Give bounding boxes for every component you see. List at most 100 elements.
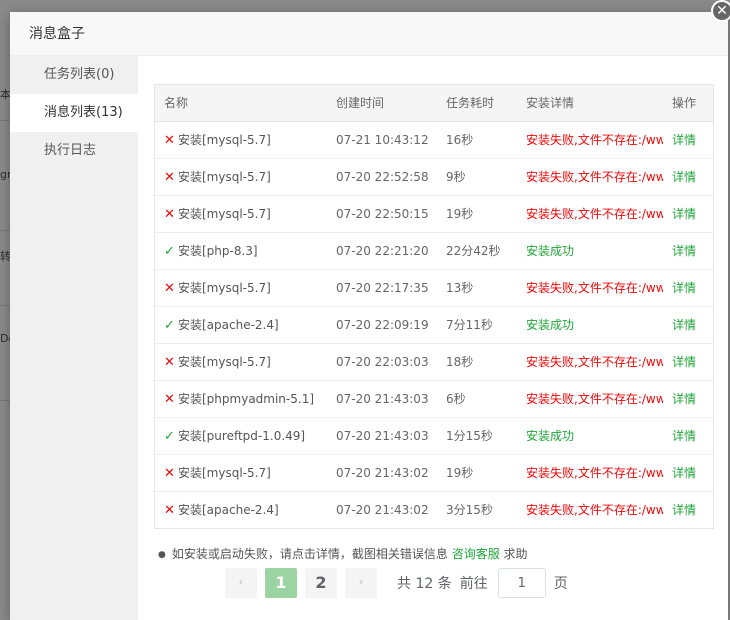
duration-cell: 6秒	[437, 380, 517, 418]
total-count: 共 12 条	[397, 576, 452, 592]
sidebar-item-messages[interactable]: 消息列表(13)	[10, 94, 138, 132]
background-divider	[0, 305, 10, 306]
name-cell: ✕ 安装[mysql-5.7]	[155, 269, 327, 307]
task-name: 安装[mysql-5.7]	[178, 355, 271, 369]
name-cell: ✕ 安装[mysql-5.7]	[155, 195, 327, 233]
sidebar-item-logs[interactable]: 执行日志	[10, 132, 138, 170]
bullet-icon: ●	[158, 550, 166, 560]
column-header-detail: 安装详情	[517, 85, 663, 122]
created-time-cell: 07-20 21:43:02	[327, 454, 437, 492]
name-cell: ✓ 安装[pureftpd-1.0.49]	[155, 417, 327, 455]
detail-link[interactable]: 详情	[672, 355, 696, 369]
action-cell: 详情	[663, 343, 713, 381]
name-cell: ✕ 安装[apache-2.4]	[155, 491, 327, 528]
action-cell: 详情	[663, 417, 713, 455]
prev-page-button[interactable]: ‹	[225, 568, 257, 598]
close-icon: ✕	[164, 170, 175, 185]
duration-cell: 19秒	[437, 195, 517, 233]
next-page-button[interactable]: ›	[345, 568, 377, 598]
detail-link[interactable]: 详情	[672, 503, 696, 517]
goto-label: 前往	[459, 576, 488, 592]
close-icon: ✕	[164, 207, 175, 222]
detail-cell: 安装失败,文件不存在:/www/server/panel/install/mys…	[526, 503, 663, 518]
detail-link[interactable]: 详情	[672, 466, 696, 480]
help-tip-text: 如安装或启动失败，请点击详情，截图相关错误信息	[171, 547, 448, 561]
action-cell: 详情	[663, 121, 713, 159]
duration-cell: 9秒	[437, 158, 517, 196]
background-fragment: 本	[0, 88, 10, 101]
detail-link[interactable]: 详情	[672, 244, 696, 258]
action-cell: 详情	[663, 454, 713, 492]
check-icon: ✓	[164, 318, 175, 333]
detail-cell: 安装成功	[517, 306, 663, 344]
created-time-cell: 07-21 10:43:12	[327, 121, 437, 159]
task-name: 安装[pureftpd-1.0.49]	[178, 429, 306, 443]
message-table-area: 名称 创建时间 任务耗时 安装详情 操作 ✕ 安装[mysql-5.7] 07-21…	[154, 84, 714, 562]
close-icon: ✕	[164, 466, 175, 481]
close-dialog-button[interactable]: ✕	[711, 0, 730, 22]
created-time-cell: 07-20 21:43:03	[327, 417, 437, 455]
created-time-cell: 07-20 22:03:03	[327, 343, 437, 381]
page-button-1[interactable]: 1	[265, 568, 297, 598]
table-row: ✕ 安装[mysql-5.7] 07-20 22:03:03 18秒 安装失败,文件不存…	[155, 343, 713, 381]
name-cell: ✕ 安装[mysql-5.7]	[155, 454, 327, 492]
column-header-created-time: 创建时间	[327, 85, 437, 122]
table-row: ✕ 安装[mysql-5.7] 07-21 10:43:12 16秒 安装失败,文件不存…	[155, 121, 713, 159]
help-tip: ● 如安装或启动失败，请点击详情，截图相关错误信息 咨询客服 求助	[154, 545, 714, 562]
table-body: ✕ 安装[mysql-5.7] 07-21 10:43:12 16秒 安装失败,文件不存…	[155, 121, 713, 528]
message-table: 名称 创建时间 任务耗时 安装详情 操作 ✕ 安装[mysql-5.7] 07-21…	[154, 84, 714, 529]
duration-cell: 18秒	[437, 343, 517, 381]
goto-page-input[interactable]	[497, 568, 546, 598]
action-cell: 详情	[663, 491, 713, 528]
table-row: ✕ 安装[mysql-5.7] 07-20 22:52:58 9秒 安装失败,文件不存在…	[155, 158, 713, 196]
table-row: ✕ 安装[mysql-5.7] 07-20 21:43:02 19秒 安装失败,文件不存…	[155, 454, 713, 492]
task-name: 安装[php-8.3]	[178, 244, 258, 258]
detail-cell: 安装失败,文件不存在:/www/server/panel/install/mys…	[517, 269, 663, 307]
detail-cell: 安装失败,文件不存在:/www/server/panel/install/mys…	[517, 380, 663, 418]
detail-link[interactable]: 详情	[672, 429, 696, 443]
background-divider	[0, 230, 10, 231]
detail-link[interactable]: 详情	[672, 392, 696, 406]
close-icon: ✕	[164, 392, 175, 407]
action-cell: 详情	[663, 195, 713, 233]
name-cell: ✕ 安装[phpmyadmin-5.1]	[155, 380, 327, 418]
detail-cell: 安装失败,文件不存在:/www/server/panel/install/mys…	[517, 454, 663, 492]
table-row: ✓ 安装[php-8.3] 07-20 22:21:20 22分42秒 安装成功 详情	[155, 232, 713, 270]
duration-cell: 13秒	[437, 269, 517, 307]
background-divider	[0, 120, 10, 121]
detail-link[interactable]: 详情	[672, 133, 696, 147]
action-cell: 详情	[663, 269, 713, 307]
name-cell: ✕ 安装[mysql-5.7]	[155, 343, 327, 381]
page-button-2[interactable]: 2	[305, 568, 337, 598]
column-header-name: 名称	[155, 85, 327, 122]
sidebar: 任务列表(0) 消息列表(13) 执行日志	[10, 56, 138, 620]
column-header-duration: 任务耗时	[437, 85, 517, 122]
name-cell: ✕ 安装[mysql-5.7]	[155, 158, 327, 196]
page-unit-label: 页	[553, 576, 568, 592]
detail-cell: 安装失败,文件不存在:/www/server/panel/install/mys…	[517, 343, 663, 381]
detail-link[interactable]: 详情	[672, 207, 696, 221]
created-time-cell: 07-20 22:09:19	[327, 306, 437, 344]
detail-cell: 安装失败,文件不存在:/www/server/panel/install/mys…	[517, 158, 663, 196]
duration-cell: 16秒	[437, 121, 517, 159]
check-icon: ✓	[164, 429, 175, 444]
detail-link[interactable]: 详情	[672, 281, 696, 295]
created-time-cell: 07-20 22:50:15	[327, 195, 437, 233]
detail-cell: 安装失败,文件不存在:/www/server/panel/install/mys…	[517, 195, 663, 233]
contact-support-link[interactable]: 咨询客服	[452, 547, 500, 561]
background-fragment: Do	[0, 332, 10, 345]
task-name: 安装[apache-2.4]	[178, 318, 279, 332]
background-fragment: gr	[0, 168, 10, 181]
detail-link[interactable]: 详情	[672, 170, 696, 184]
duration-cell: 19秒	[437, 454, 517, 492]
check-icon: ✓	[164, 244, 175, 259]
task-name: 安装[mysql-5.7]	[178, 281, 271, 295]
task-name: 安装[mysql-5.7]	[178, 466, 271, 480]
sidebar-item-tasks[interactable]: 任务列表(0)	[10, 56, 138, 94]
created-time-cell: 07-20 22:52:58	[327, 158, 437, 196]
duration-cell: 3分15秒	[446, 503, 493, 518]
table-row: ✕ 安装[mysql-5.7] 07-20 22:17:35 13秒 安装失败,文件不存…	[155, 269, 713, 307]
detail-link[interactable]: 详情	[672, 318, 696, 332]
created-time-cell: 07-20 22:17:35	[327, 269, 437, 307]
name-cell: ✕ 安装[mysql-5.7]	[155, 121, 327, 159]
